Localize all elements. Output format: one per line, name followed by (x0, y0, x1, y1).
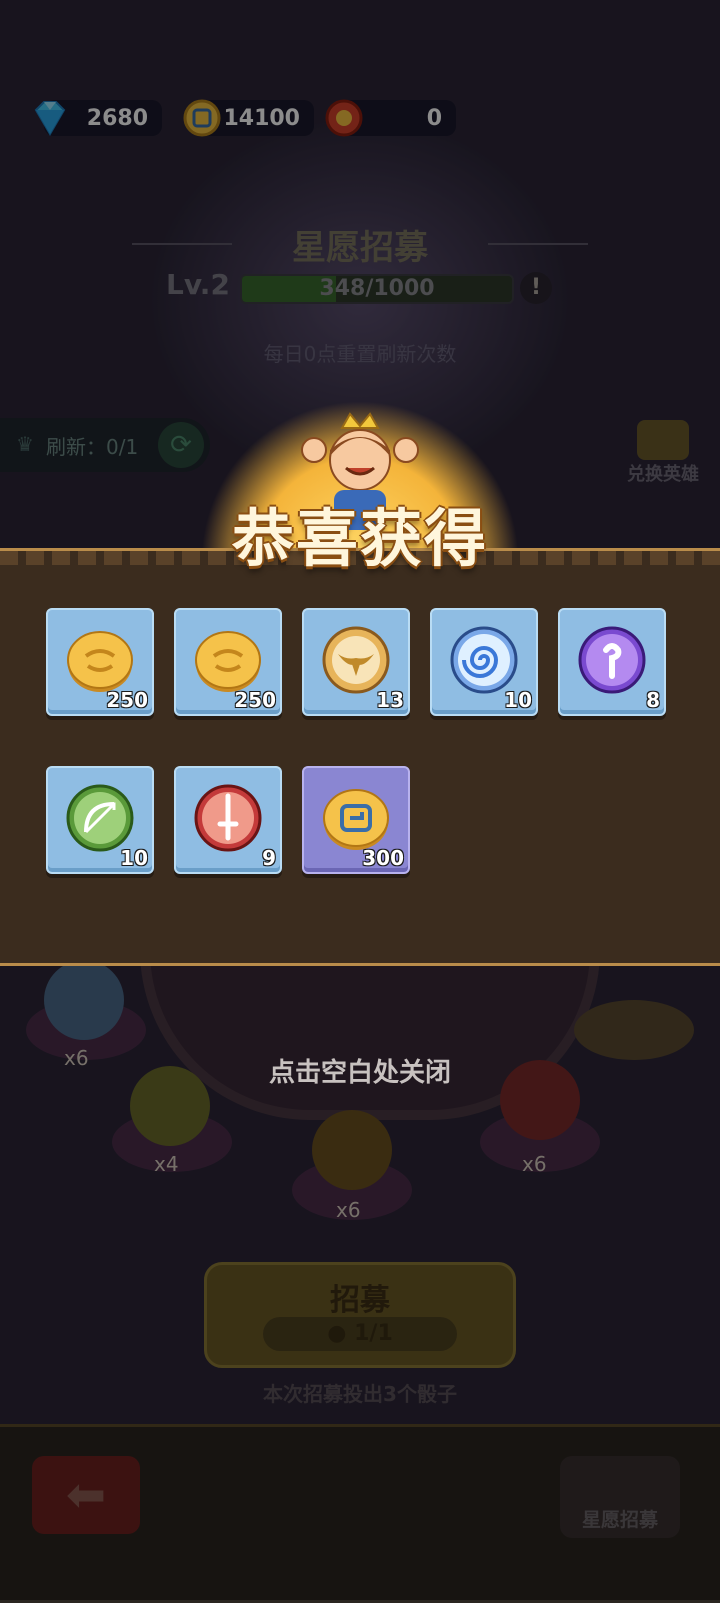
reward-item[interactable]: 250 (174, 608, 282, 716)
reward-item[interactable]: 9 (174, 766, 282, 874)
gold-coin-icon (195, 631, 261, 692)
reward-qty: 250 (106, 688, 148, 712)
close-hint: 点击空白处关闭 (268, 1058, 451, 1088)
reward-qty: 250 (234, 688, 276, 712)
swirl-orb-icon (450, 626, 518, 694)
reward-item[interactable]: 300 (302, 766, 410, 874)
reward-qty: 13 (376, 688, 404, 712)
reward-item[interactable]: 10 (430, 608, 538, 716)
sword-orb-icon (194, 784, 262, 852)
purple-staff-orb-icon (578, 626, 646, 694)
reward-qty: 9 (262, 846, 276, 870)
bow-orb-icon (66, 784, 134, 852)
reward-qty: 10 (120, 846, 148, 870)
reward-qty: 8 (646, 688, 660, 712)
reward-item[interactable]: 250 (46, 608, 154, 716)
reward-qty: 10 (504, 688, 532, 712)
spiral-coin-icon (323, 789, 389, 850)
reward-item[interactable]: 8 (558, 608, 666, 716)
reward-qty: 300 (362, 846, 404, 870)
reward-item[interactable]: 13 (302, 608, 410, 716)
gold-coin-icon (67, 631, 133, 692)
reward-item[interactable]: 10 (46, 766, 154, 874)
wing-emblem-icon (322, 626, 390, 694)
reward-title: 恭喜获得 (231, 502, 488, 575)
